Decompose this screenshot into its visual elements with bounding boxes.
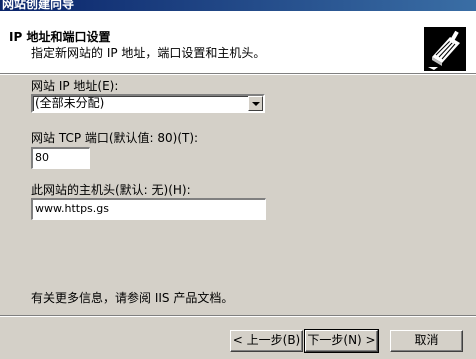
host-header-input[interactable]: www.https.gs	[31, 198, 266, 220]
tcp-port-input[interactable]: 80	[31, 147, 90, 169]
title-bar[interactable]: 网站创建向导	[0, 0, 476, 11]
next-button[interactable]: 下一步(N) >	[304, 329, 379, 353]
cancel-button[interactable]: 取消	[390, 330, 463, 352]
ip-address-label: 网站 IP 地址(E):	[31, 79, 119, 93]
separator-highlight	[0, 316, 476, 317]
back-button[interactable]: < 上一步(B)	[230, 330, 303, 352]
host-header-label: 此网站的主机头(默认: 无)(H):	[31, 183, 191, 197]
wizard-book-icon	[424, 27, 466, 71]
page-subtitle: 指定新网站的 IP 地址，端口设置和主机头。	[31, 46, 266, 60]
chevron-down-icon[interactable]	[248, 96, 263, 111]
window-title: 网站创建向导	[2, 0, 75, 11]
ip-address-select[interactable]: (全部未分配)	[31, 94, 265, 113]
tcp-port-label: 网站 TCP 端口(默认值: 80)(T):	[31, 131, 199, 145]
info-text: 有关更多信息，请参阅 IIS 产品文档。	[31, 291, 234, 305]
wizard-header: IP 地址和端口设置 指定新网站的 IP 地址，端口设置和主机头。	[0, 11, 476, 75]
page-title: IP 地址和端口设置	[9, 30, 111, 44]
tcp-port-value: 80	[35, 151, 49, 164]
ip-address-value: (全部未分配)	[35, 96, 105, 110]
host-header-value: www.https.gs	[35, 202, 109, 215]
